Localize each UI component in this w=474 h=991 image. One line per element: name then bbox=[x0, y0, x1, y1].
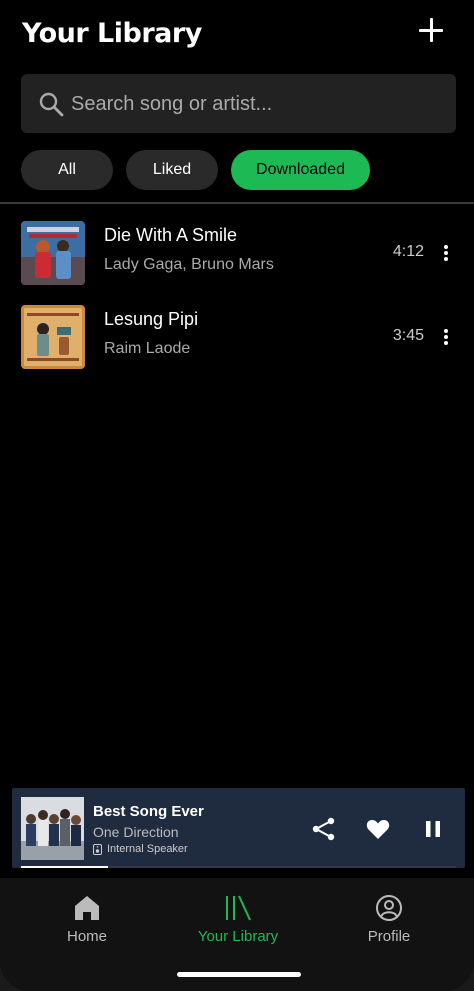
now-playing-art bbox=[21, 797, 84, 860]
album-art bbox=[21, 305, 85, 369]
now-playing-bar[interactable]: Best Song Ever One Direction Internal Sp… bbox=[12, 788, 465, 868]
app-screen: Your Library All Liked Downloaded Die Wi… bbox=[0, 0, 474, 991]
share-icon[interactable] bbox=[311, 816, 337, 842]
song-title: Lesung Pipi bbox=[104, 309, 199, 329]
divider bbox=[0, 202, 474, 204]
filter-chip-liked[interactable]: Liked bbox=[126, 150, 218, 190]
song-title: Die With A Smile bbox=[104, 225, 238, 245]
search-bar[interactable] bbox=[21, 74, 456, 135]
now-playing-artist: One Direction bbox=[93, 824, 179, 840]
plus-icon[interactable] bbox=[418, 17, 444, 43]
home-icon bbox=[75, 896, 99, 920]
heart-icon[interactable] bbox=[365, 816, 391, 842]
profile-icon bbox=[376, 895, 402, 921]
song-duration: 4:12 bbox=[392, 243, 424, 260]
album-art bbox=[21, 221, 85, 285]
song-row[interactable]: Lesung Pipi Raim Laode 3:45 bbox=[0, 305, 474, 373]
filter-chip-all[interactable]: All bbox=[21, 150, 113, 190]
page-title: Your Library bbox=[22, 18, 202, 49]
nav-home[interactable]: Home bbox=[27, 894, 147, 954]
library-icon bbox=[226, 895, 251, 921]
song-duration: 3:45 bbox=[392, 327, 424, 344]
nav-your-library-label: Your Library bbox=[197, 928, 279, 945]
song-artist: Lady Gaga, Bruno Mars bbox=[104, 256, 274, 273]
nav-profile[interactable]: Profile bbox=[329, 894, 449, 954]
search-icon bbox=[39, 92, 64, 117]
filter-chip-downloaded[interactable]: Downloaded bbox=[231, 150, 370, 190]
song-row[interactable]: Die With A Smile Lady Gaga, Bruno Mars 4… bbox=[0, 221, 474, 289]
playback-progress[interactable] bbox=[21, 866, 456, 868]
playback-progress-fill bbox=[21, 866, 108, 868]
now-playing-title: Best Song Ever bbox=[93, 803, 204, 820]
output-device-label: Internal Speaker bbox=[107, 843, 188, 855]
search-input[interactable] bbox=[69, 74, 443, 135]
more-options-icon[interactable] bbox=[436, 325, 456, 349]
nav-profile-label: Profile bbox=[367, 928, 411, 945]
speaker-icon bbox=[93, 843, 102, 855]
output-device[interactable]: Internal Speaker bbox=[93, 843, 188, 855]
bottom-navigation: Home Your Library Profile bbox=[0, 878, 474, 991]
home-indicator[interactable] bbox=[177, 972, 301, 977]
song-artist: Raim Laode bbox=[104, 340, 191, 357]
nav-home-label: Home bbox=[66, 928, 107, 945]
more-options-icon[interactable] bbox=[436, 241, 456, 265]
nav-your-library[interactable]: Your Library bbox=[178, 894, 298, 954]
pause-icon[interactable] bbox=[420, 816, 446, 842]
